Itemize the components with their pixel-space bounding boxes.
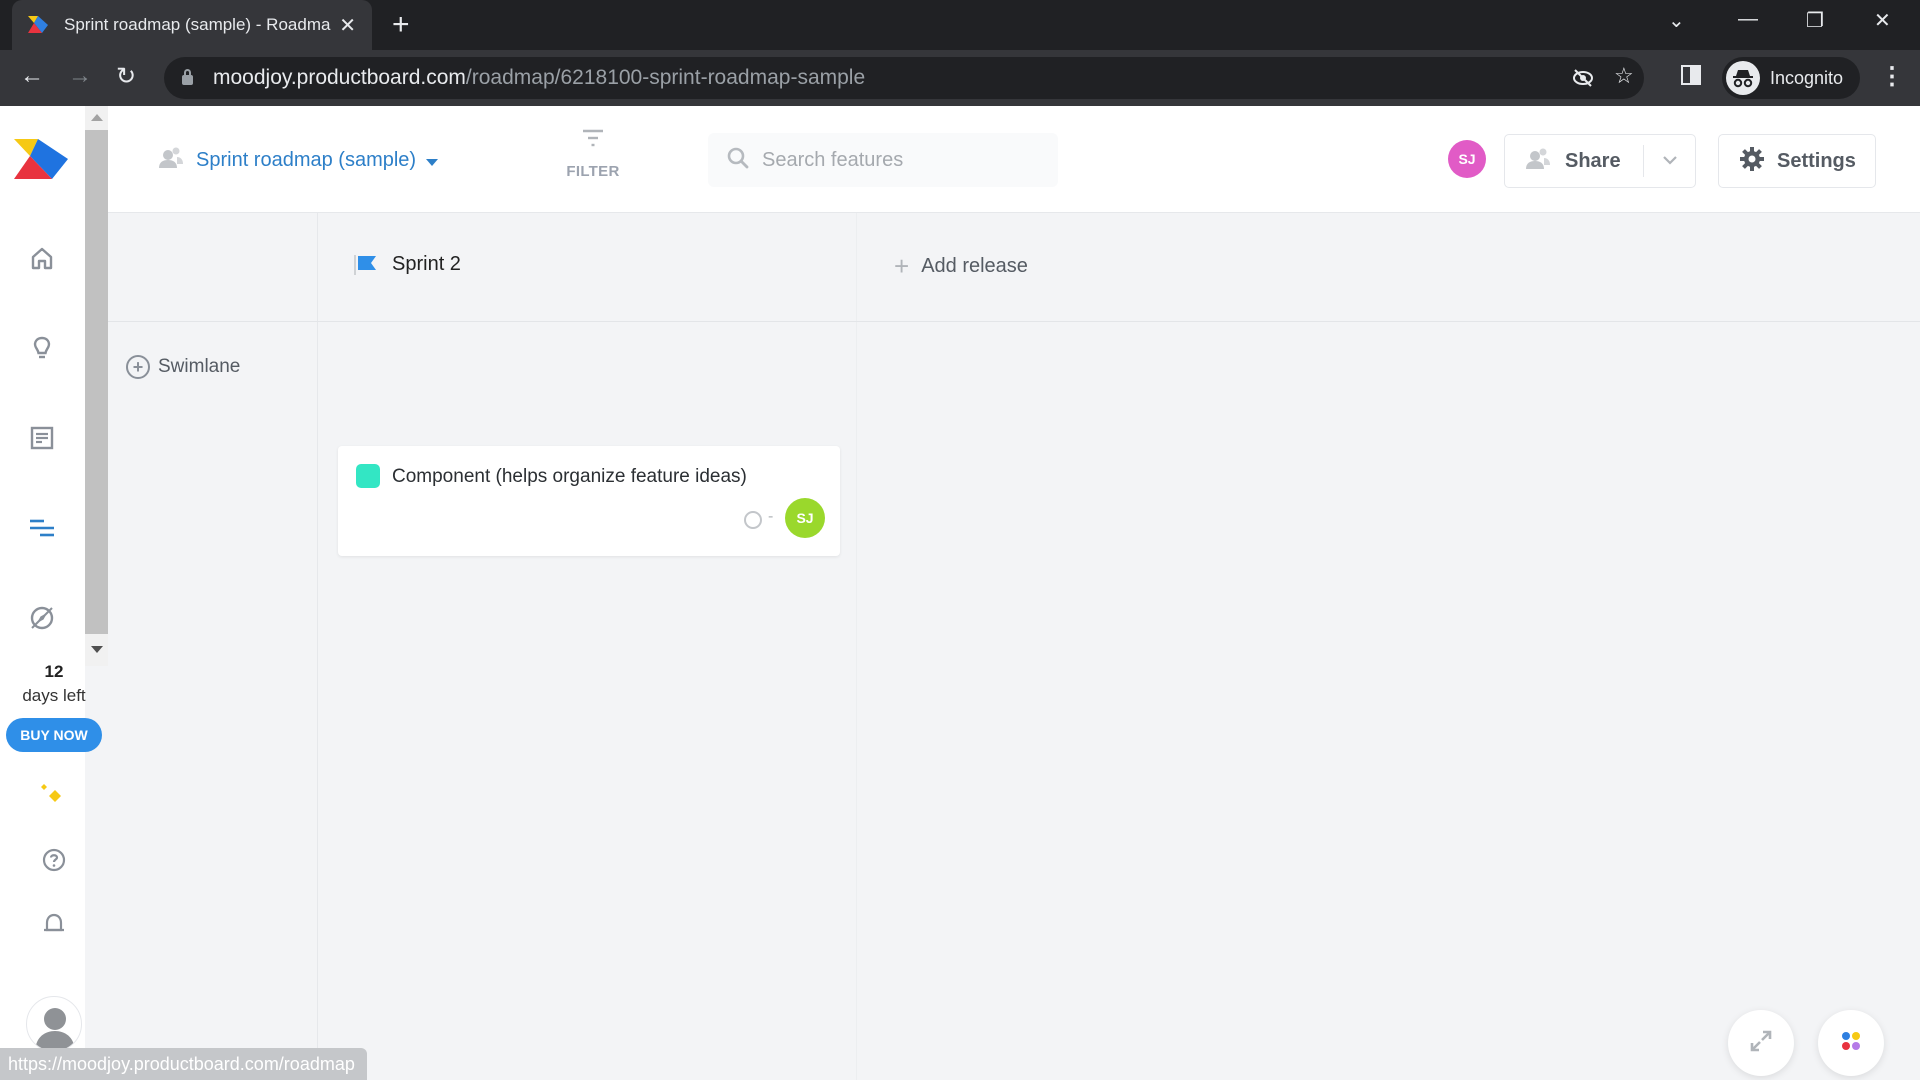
roadmap-header: Sprint roadmap (sample) FILTER SJ Share …: [108, 106, 1920, 213]
expand-icon: [1749, 1029, 1773, 1058]
productboard-favicon: [28, 15, 50, 35]
nav-insights[interactable]: [24, 332, 60, 368]
gear-icon: [1739, 146, 1765, 177]
roadmap-board: Sprint 2 + Add release + Swimlane Compon…: [108, 213, 1920, 1080]
roadmap-title: Sprint roadmap (sample): [196, 149, 417, 171]
clock-icon: [744, 511, 762, 529]
flag-icon: [354, 254, 378, 276]
productboard-logo[interactable]: [14, 138, 70, 185]
effort-value: -: [768, 508, 774, 525]
browser-toolbar: ← → ↻ moodjoy.productboard.com/roadmap/6…: [0, 50, 1920, 106]
help-button[interactable]: [36, 844, 72, 880]
add-swimlane-button[interactable]: + Swimlane: [126, 355, 240, 379]
browser-tab[interactable]: Sprint roadmap (sample) - Roadmap ✕: [12, 0, 372, 50]
roadmap-icon: [28, 516, 56, 545]
add-release-button[interactable]: + Add release: [894, 253, 1028, 279]
share-label: Share: [1565, 149, 1621, 172]
sparkle-icon: [38, 782, 66, 815]
user-avatar[interactable]: [26, 996, 82, 1052]
scroll-down-arrow[interactable]: [91, 646, 103, 653]
url-path: /roadmap/6218100-sprint-roadmap-sample: [465, 66, 866, 89]
bookmark-star-icon[interactable]: ☆: [1614, 63, 1634, 89]
nav-roadmap[interactable]: [24, 512, 60, 548]
minimize-button[interactable]: —: [1738, 8, 1758, 31]
add-release-label: Add release: [921, 254, 1028, 277]
lightbulb-icon: [29, 335, 55, 366]
share-users-icon: [1525, 147, 1551, 176]
tracking-blocked-eye-icon[interactable]: [1572, 67, 1594, 95]
scrollbar-thumb[interactable]: [85, 130, 108, 634]
restore-button[interactable]: ❐: [1806, 8, 1824, 33]
feature-card[interactable]: Component (helps organize feature ideas)…: [338, 446, 840, 556]
swimlane-column: [108, 213, 318, 1080]
incognito-icon: [1726, 61, 1760, 95]
share-control: Share: [1504, 134, 1696, 188]
caret-down-icon: [426, 158, 439, 166]
trial-days-label: days left: [22, 686, 86, 705]
notifications-button[interactable]: [36, 908, 72, 944]
url-host: moodjoy.productboard.com: [213, 66, 466, 89]
roadmap-switcher[interactable]: Sprint roadmap (sample): [158, 146, 439, 175]
address-bar[interactable]: moodjoy.productboard.com/roadmap/6218100…: [164, 57, 1644, 99]
home-icon: [29, 245, 55, 276]
productboard-app: 12 days left BUY NOW Sprint roadmap (sam…: [0, 106, 1920, 1080]
incognito-profile-button[interactable]: Incognito: [1722, 57, 1860, 99]
link-hover-status: https://moodjoy.productboard.com/roadmap: [0, 1048, 367, 1080]
settings-label: Settings: [1777, 149, 1856, 172]
plus-circle-icon: +: [126, 355, 150, 379]
close-window-button[interactable]: ✕: [1874, 8, 1891, 33]
browser-tab-strip: Sprint roadmap (sample) - Roadmap ✕ + ⌄ …: [0, 0, 1920, 50]
header-row-divider: [108, 321, 1920, 322]
nav-home[interactable]: [24, 242, 60, 278]
release-header[interactable]: Sprint 2: [354, 253, 461, 276]
bell-icon: [41, 911, 67, 942]
search-icon: [726, 146, 750, 175]
component-color-swatch: [356, 464, 380, 488]
fullscreen-button[interactable]: [1728, 1010, 1794, 1076]
apps-dots-icon: [1840, 1030, 1862, 1057]
owner-avatar[interactable]: SJ: [785, 498, 825, 538]
release-title: Sprint 2: [392, 253, 461, 275]
share-button[interactable]: Share: [1505, 135, 1643, 187]
filter-icon: [581, 129, 605, 152]
trial-days-text: days left: [0, 686, 108, 706]
swimlane-label: Swimlane: [158, 356, 241, 377]
lock-icon: [182, 69, 193, 85]
user-avatar-sj[interactable]: SJ: [1448, 140, 1486, 178]
tab-title: Sprint roadmap (sample) - Roadmap: [64, 15, 332, 34]
plus-icon: +: [894, 251, 910, 281]
back-button[interactable]: ←: [20, 62, 44, 90]
tab-close-icon[interactable]: ✕: [339, 13, 356, 38]
share-dropdown-button[interactable]: [1644, 135, 1695, 187]
left-nav: 12 days left BUY NOW: [0, 106, 102, 1080]
search-input[interactable]: [762, 148, 1042, 172]
nav-portal[interactable]: [24, 602, 60, 638]
compass-icon: [29, 605, 55, 636]
chevron-down-icon: [1662, 152, 1678, 170]
nav-features[interactable]: [24, 422, 60, 458]
document-icon: [29, 425, 55, 456]
reload-button[interactable]: ↻: [116, 62, 136, 91]
settings-button[interactable]: Settings: [1718, 134, 1876, 188]
forward-button[interactable]: →: [68, 62, 92, 90]
feature-card-title: Component (helps organize feature ideas): [392, 466, 747, 487]
filter-button[interactable]: FILTER: [558, 128, 628, 180]
scroll-up-arrow[interactable]: [91, 114, 103, 121]
shared-users-icon: [158, 146, 184, 175]
whats-new-button[interactable]: [34, 780, 70, 816]
tab-search-icon[interactable]: ⌄: [1668, 8, 1685, 33]
buy-now-button[interactable]: BUY NOW: [6, 718, 102, 752]
sidebar-scrollbar[interactable]: [85, 106, 108, 666]
apps-button[interactable]: [1818, 1010, 1884, 1076]
browser-menu-icon[interactable]: ⋮: [1880, 62, 1904, 91]
search-box[interactable]: [708, 133, 1058, 187]
filter-label: FILTER: [566, 163, 620, 180]
new-tab-button[interactable]: +: [392, 10, 410, 40]
help-icon: [41, 847, 67, 878]
release-column-sprint-2: [318, 213, 857, 1080]
side-panel-icon[interactable]: [1680, 64, 1702, 93]
incognito-label: Incognito: [1770, 67, 1844, 88]
